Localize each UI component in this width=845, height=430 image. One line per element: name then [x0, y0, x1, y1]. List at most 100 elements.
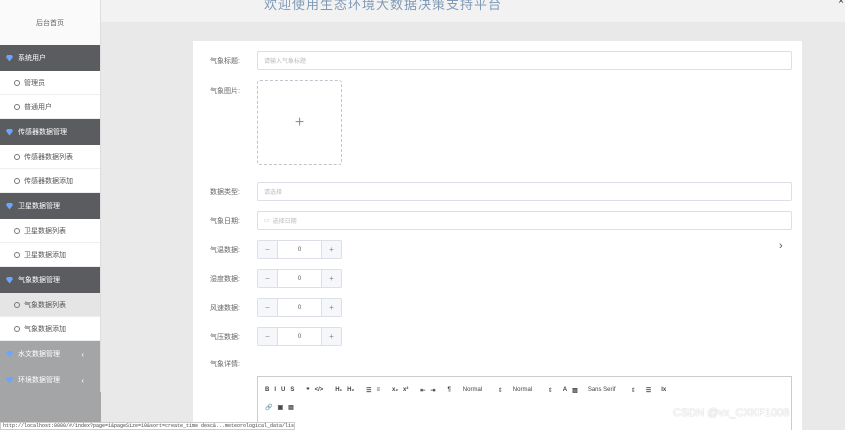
- link-icon[interactable]: 🔗: [265, 400, 272, 414]
- image-icon[interactable]: ▣: [277, 400, 283, 414]
- wind-stepper[interactable]: − 0 +: [257, 298, 342, 317]
- diamond-icon: [6, 276, 13, 284]
- superscript-button[interactable]: x²: [403, 383, 408, 397]
- diamond-icon: [6, 350, 13, 358]
- indent-button[interactable]: ⇥: [430, 383, 435, 397]
- plus-icon: +: [294, 113, 305, 131]
- circle-icon: [14, 227, 20, 234]
- stepper-value[interactable]: 0: [278, 270, 321, 287]
- subscript-button[interactable]: x₂: [392, 383, 398, 397]
- sidebar-item-satellite-list[interactable]: 卫星数据列表: [0, 219, 100, 243]
- field-label: 气象标题:: [210, 57, 240, 65]
- sidebar-item-label: 卫星数据添加: [24, 251, 66, 259]
- close-icon[interactable]: ×: [838, 0, 844, 7]
- pressure-stepper[interactable]: − 0 +: [257, 327, 342, 346]
- group-label: 水文数据管理: [18, 351, 60, 358]
- outdent-button[interactable]: ⇤: [420, 383, 425, 397]
- header2-button[interactable]: H₂: [347, 383, 354, 397]
- field-label: 气温数据:: [210, 246, 240, 254]
- decrement-button[interactable]: −: [258, 299, 278, 316]
- stepper-value[interactable]: 0: [278, 241, 321, 258]
- form-card: 气象标题: 请输入气象标题 气象图片: + 数据类型: 请选择 气象日期: ▭ 选…: [193, 41, 802, 430]
- font-select[interactable]: Sans Serif ⇕: [588, 383, 636, 397]
- sidebar-item-label: 气象数据添加: [24, 325, 66, 333]
- sidebar-item-admin[interactable]: 管理员: [0, 71, 100, 95]
- sidebar-item-label: 管理员: [24, 79, 45, 87]
- temperature-stepper[interactable]: − 0 +: [257, 240, 342, 259]
- increment-button[interactable]: +: [321, 299, 341, 316]
- field-label: 湿度数据:: [210, 275, 240, 283]
- date-picker[interactable]: ▭ 选择日期: [257, 211, 792, 230]
- sidebar-home[interactable]: 后台首页: [0, 0, 100, 45]
- text-color-button[interactable]: A: [563, 383, 567, 397]
- sidebar-item-label: 卫星数据列表: [24, 227, 66, 235]
- strike-button[interactable]: S: [290, 383, 294, 397]
- circle-icon: [14, 79, 20, 86]
- sidebar-group-hydrology[interactable]: 水文数据管理 ‹: [0, 341, 100, 367]
- align-button[interactable]: ☰: [646, 383, 651, 397]
- sidebar-group-system-users[interactable]: 系统用户: [0, 45, 100, 71]
- image-upload[interactable]: +: [257, 80, 342, 165]
- field-label: 气压数据:: [210, 333, 240, 341]
- title-input[interactable]: 请输入气象标题: [257, 51, 792, 70]
- field-label: 数据类型:: [210, 188, 240, 196]
- rich-text-editor[interactable]: B I U S ❞ </> H₁ H₂ ☰ ≡ x₂ x² ⇤ ⇥ ¶ Norm…: [257, 376, 792, 430]
- header1-button[interactable]: H₁: [335, 383, 342, 397]
- sidebar-item-label: 传感器数据添加: [24, 177, 73, 185]
- form-row-detail: 气象详情:: [193, 357, 802, 371]
- form-row-humidity: 湿度数据: − 0 +: [193, 269, 802, 288]
- header-select[interactable]: Normal ⇕: [513, 383, 553, 397]
- blockquote-button[interactable]: ❞: [306, 383, 309, 397]
- code-block-button[interactable]: </>: [315, 383, 324, 397]
- sidebar-item-weather-add[interactable]: 气象数据添加: [0, 317, 100, 341]
- form-row-pressure: 气压数据: − 0 +: [193, 327, 802, 346]
- clear-format-button[interactable]: Ix: [661, 383, 666, 397]
- decrement-button[interactable]: −: [258, 270, 278, 287]
- bold-button[interactable]: B: [265, 383, 269, 397]
- sidebar-group-satellite[interactable]: 卫星数据管理: [0, 193, 100, 219]
- diamond-icon: [6, 376, 13, 384]
- decrement-button[interactable]: −: [258, 241, 278, 258]
- size-select[interactable]: Normal ⇕: [463, 383, 503, 397]
- group-label: 系统用户: [18, 55, 46, 62]
- sidebar-group-weather[interactable]: 气象数据管理: [0, 267, 100, 293]
- humidity-stepper[interactable]: − 0 +: [257, 269, 342, 288]
- watermark: CSDN @vx_CXKF1008: [673, 407, 790, 419]
- group-label: 卫星数据管理: [18, 203, 60, 210]
- increment-button[interactable]: +: [321, 270, 341, 287]
- ordered-list-button[interactable]: ☰: [366, 383, 371, 397]
- sidebar-item-normal-user[interactable]: 普通用户: [0, 95, 100, 119]
- sidebar-item-sensor-add[interactable]: 传感器数据添加: [0, 169, 100, 193]
- select-placeholder: 请选择: [264, 190, 283, 196]
- video-icon[interactable]: ▤: [288, 400, 294, 414]
- sidebar-item-weather-list[interactable]: 气象数据列表: [0, 293, 100, 317]
- group-label: 环境数据管理: [18, 377, 60, 384]
- sidebar-item-label: 传感器数据列表: [24, 153, 73, 161]
- sidebar-group-sensor[interactable]: 传感器数据管理: [0, 119, 100, 145]
- stepper-value[interactable]: 0: [278, 299, 321, 316]
- type-select[interactable]: 请选择: [257, 182, 792, 201]
- form-row-type: 数据类型: 请选择: [193, 182, 802, 201]
- sidebar-item-satellite-add[interactable]: 卫星数据添加: [0, 243, 100, 267]
- updown-icon: ⇕: [547, 387, 553, 394]
- decrement-button[interactable]: −: [258, 328, 278, 345]
- underline-button[interactable]: U: [281, 383, 285, 397]
- form-row-date: 气象日期: ▭ 选择日期: [193, 211, 802, 230]
- status-url: http://localhost:8080/#/index?page=1&pag…: [0, 422, 295, 430]
- sidebar-group-environment[interactable]: 环境数据管理 ‹: [0, 367, 100, 393]
- chevron-right-icon[interactable]: ›: [779, 240, 783, 252]
- chevron-left-icon: ‹: [81, 349, 84, 359]
- select-value: Normal: [512, 387, 533, 393]
- field-label: 气象图片:: [210, 87, 240, 95]
- increment-button[interactable]: +: [321, 328, 341, 345]
- increment-button[interactable]: +: [321, 241, 341, 258]
- stepper-value[interactable]: 0: [278, 328, 321, 345]
- direction-button[interactable]: ¶: [447, 383, 450, 397]
- updown-icon: ⇕: [630, 387, 636, 394]
- sidebar-item-sensor-list[interactable]: 传感器数据列表: [0, 145, 100, 169]
- background-color-button[interactable]: ▨: [572, 383, 578, 397]
- diamond-icon: [6, 128, 13, 136]
- italic-button[interactable]: I: [274, 383, 276, 397]
- field-label: 气象日期:: [210, 217, 240, 225]
- bullet-list-button[interactable]: ≡: [377, 383, 381, 397]
